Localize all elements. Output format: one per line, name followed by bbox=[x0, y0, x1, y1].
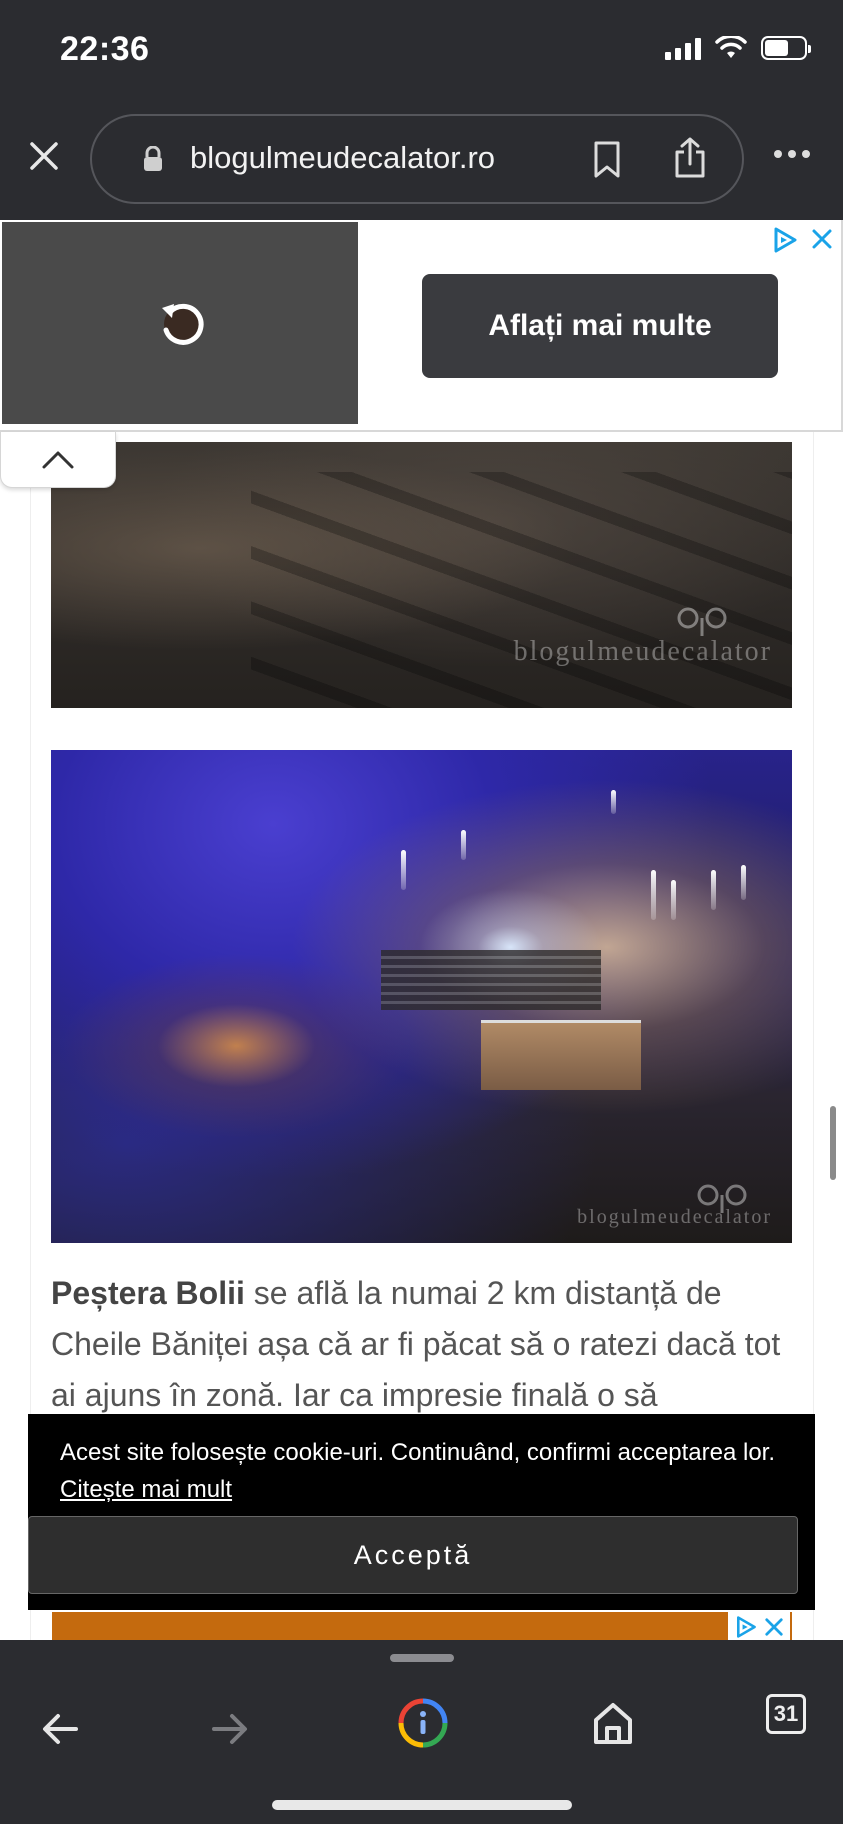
url-text[interactable]: blogulmeudecalator.ro bbox=[190, 140, 495, 176]
replay-icon[interactable] bbox=[152, 292, 212, 352]
tabs-icon[interactable]: 31 bbox=[766, 1694, 806, 1734]
bottom-ad-controls[interactable] bbox=[728, 1612, 790, 1642]
cave-photo-1: blogulmeudecalator bbox=[51, 442, 792, 708]
status-time: 22:36 bbox=[60, 30, 150, 68]
browser-bottom-toolbar: 31 bbox=[0, 1640, 843, 1824]
watermark-logo bbox=[677, 607, 727, 636]
bookmark-icon[interactable] bbox=[592, 140, 622, 180]
cookie-read-more-link[interactable]: Citește mai mult bbox=[60, 1476, 232, 1503]
cookie-message: Acest site folosește cookie-uri. Continu… bbox=[60, 1439, 776, 1466]
wifi-icon bbox=[715, 36, 747, 58]
stage-platform bbox=[481, 1020, 641, 1090]
adchoices-icon[interactable] bbox=[771, 226, 799, 254]
bottom-ad-banner[interactable] bbox=[52, 1612, 792, 1642]
cookie-accept-button[interactable]: Acceptă bbox=[28, 1516, 798, 1594]
home-indicator[interactable] bbox=[272, 1800, 572, 1810]
chevron-up-icon bbox=[42, 451, 74, 469]
cave-name: Peștera Bolii bbox=[51, 1275, 245, 1311]
share-icon[interactable] bbox=[672, 136, 708, 180]
ad-banner[interactable]: Aflați mai multe bbox=[0, 220, 843, 432]
cookie-text: Acest site folosește cookie-uri. Continu… bbox=[60, 1434, 800, 1508]
ad-cta-button[interactable]: Aflați mai multe bbox=[422, 274, 778, 378]
adchoices-icon[interactable] bbox=[734, 1615, 758, 1639]
scrollbar[interactable] bbox=[830, 1106, 836, 1180]
forward-arrow-icon[interactable] bbox=[204, 1704, 254, 1754]
more-icon[interactable] bbox=[774, 150, 810, 158]
ad-video[interactable] bbox=[2, 222, 358, 424]
home-icon[interactable] bbox=[588, 1698, 638, 1748]
close-icon[interactable] bbox=[26, 138, 62, 174]
screen: 22:36 blogulmeudecalator.ro Aflați mai m… bbox=[0, 0, 843, 1824]
browser-top-bar: 22:36 blogulmeudecalator.ro bbox=[0, 0, 843, 220]
collapse-ad-button[interactable] bbox=[0, 432, 116, 488]
lock-icon bbox=[144, 146, 162, 171]
photo-watermark: blogulmeudecalator bbox=[577, 1206, 772, 1228]
cookie-banner: Acest site folosește cookie-uri. Continu… bbox=[28, 1414, 815, 1610]
ad-close-icon[interactable] bbox=[764, 1617, 784, 1637]
status-icons bbox=[665, 36, 811, 60]
battery-icon bbox=[761, 36, 811, 60]
back-arrow-icon[interactable] bbox=[36, 1704, 86, 1754]
ad-close-icon[interactable] bbox=[811, 228, 833, 250]
cave-photo-2: blogulmeudecalator bbox=[51, 750, 792, 1243]
cellular-signal-icon bbox=[665, 36, 701, 60]
address-bar[interactable]: blogulmeudecalator.ro bbox=[90, 114, 744, 204]
google-lens-icon[interactable] bbox=[396, 1696, 450, 1750]
sheet-grabber[interactable] bbox=[390, 1654, 454, 1662]
stage-benches bbox=[381, 950, 601, 1010]
article-paragraph: Peștera Bolii se află la numai 2 km dist… bbox=[51, 1268, 811, 1421]
photo-watermark: blogulmeudecalator bbox=[513, 636, 772, 667]
